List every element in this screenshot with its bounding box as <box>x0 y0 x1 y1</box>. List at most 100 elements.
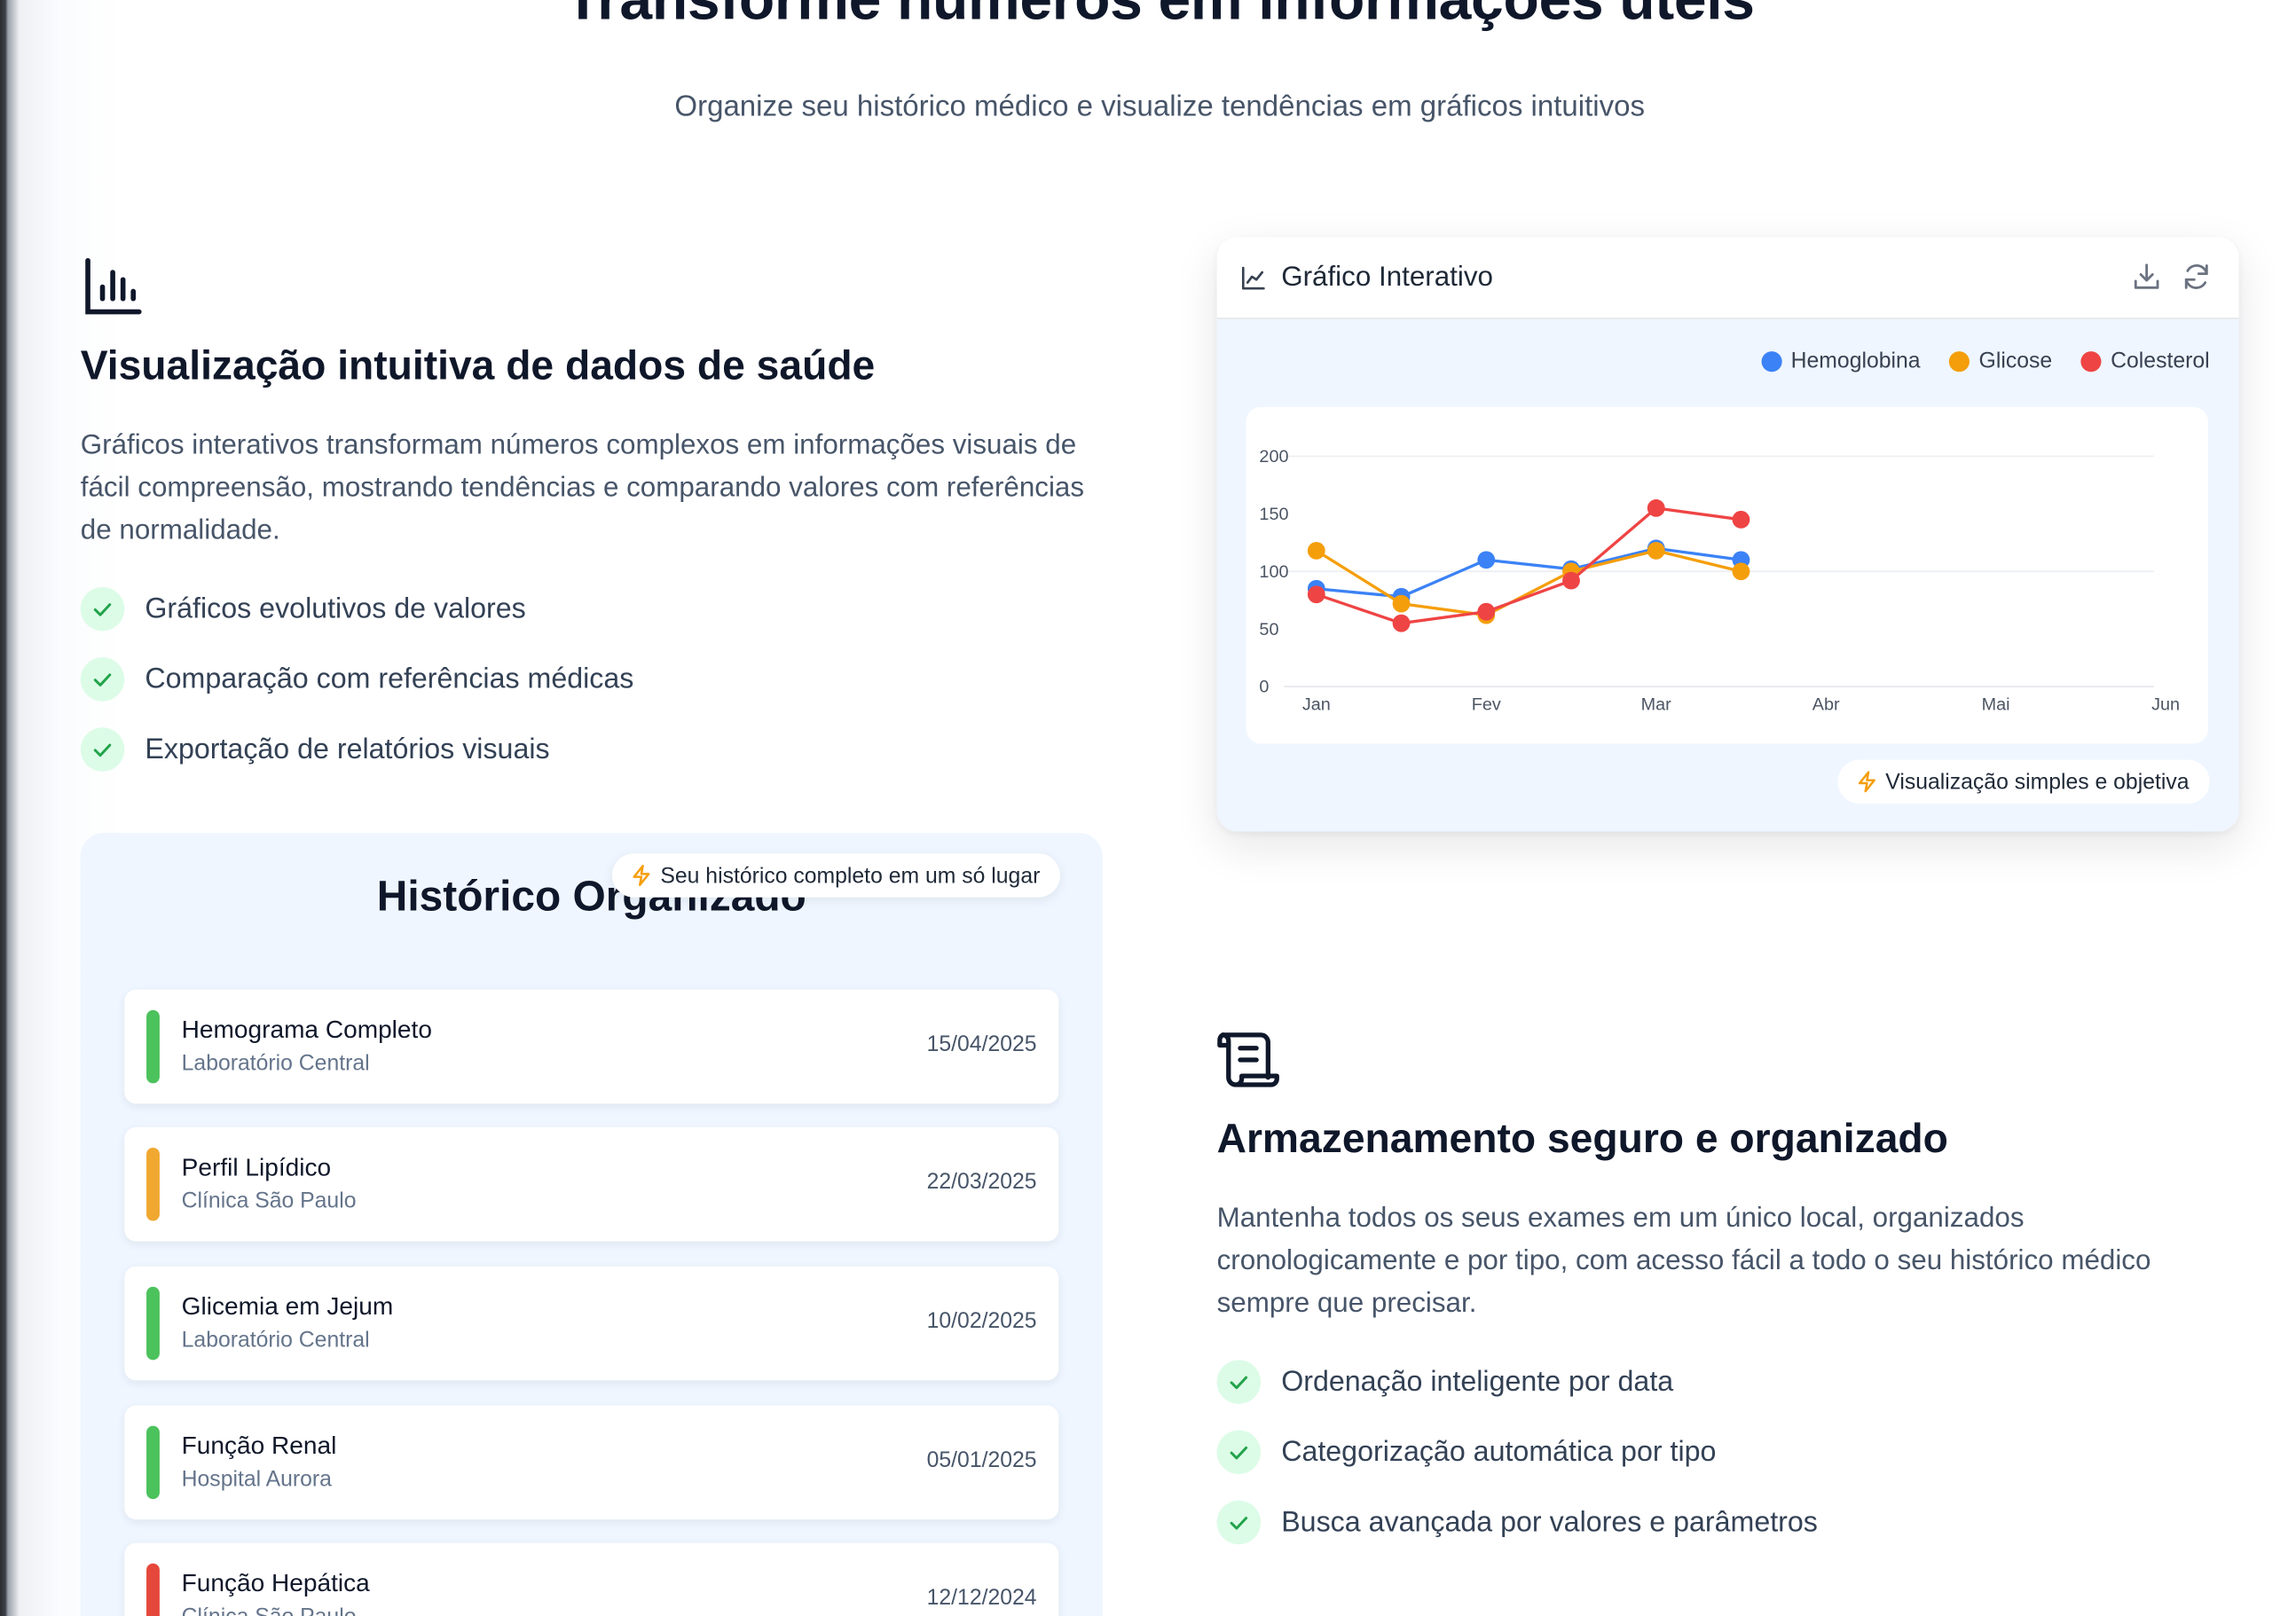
feature-storage-description: Mantenha todos os seus exames em um únic… <box>1216 1203 2151 1320</box>
record-date: 22/03/2025 <box>926 1169 1037 1195</box>
y-tick-label: 100 <box>1259 562 1288 582</box>
check-icon <box>80 727 125 772</box>
check-icon <box>1216 1430 1262 1475</box>
feature-visual-description: Gráficos interativos transformam números… <box>80 430 1085 546</box>
data-point-glicose <box>1647 541 1665 560</box>
chart-badge-label: Visualização simples e objetiva <box>1885 769 2190 795</box>
record-item[interactable]: Hemograma Completo Laboratório Central 1… <box>124 989 1059 1104</box>
lightning-icon <box>633 865 650 886</box>
record-name: Perfil Lipídico <box>181 1153 332 1181</box>
check-item: Exportação de relatórios visuais <box>80 714 634 784</box>
chart-badge: Visualização simples e objetiva <box>1836 759 2210 804</box>
history-card: Histórico Organizado Hemograma Completo … <box>80 833 1103 1616</box>
x-tick-label: Jan <box>1302 694 1331 714</box>
history-badge: Seu histórico completo em um só lugar <box>611 853 1061 898</box>
feature-visual-checklist: Gráficos evolutivos de valores Comparaçã… <box>80 574 634 785</box>
record-item[interactable]: Perfil Lipídico Clínica São Paulo 22/03/… <box>124 1126 1059 1242</box>
data-point-glicose <box>1307 541 1325 560</box>
x-tick-label: Mar <box>1641 694 1672 714</box>
check-icon <box>80 586 125 631</box>
legend-dot <box>1761 350 1782 372</box>
series-line-glicose <box>1315 549 1742 617</box>
feature-storage-checklist: Ordenação inteligente por data Categoriz… <box>1216 1346 1818 1557</box>
legend-label: Hemoglobina <box>1790 348 1921 373</box>
record-item[interactable]: Função Hepática Clínica São Paulo 12/12/… <box>124 1542 1059 1616</box>
y-tick-label: 200 <box>1259 447 1288 467</box>
data-point-colesterol <box>1477 602 1496 621</box>
data-point-glicose <box>1392 594 1411 613</box>
legend-label: Glicose <box>1978 348 2053 373</box>
data-point-hemoglobina <box>1477 551 1496 569</box>
check-item: Gráficos evolutivos de valores <box>80 574 634 644</box>
data-point-colesterol <box>1562 571 1580 590</box>
x-tick-label: Jun <box>2151 694 2180 714</box>
chart-card-title: Gráfico Interativo <box>1281 262 1493 294</box>
check-item: Comparação com referências médicas <box>80 644 634 714</box>
hero-subtitle: Organize seu histórico médico e visualiz… <box>674 90 1645 123</box>
chart-card-header: Gráfico Interativo <box>1216 237 2239 319</box>
legend-dot <box>2081 350 2103 372</box>
record-date: 12/12/2024 <box>926 1585 1037 1611</box>
page: Transforme números em informações úteis … <box>0 0 2296 1616</box>
record-lab: Clínica São Paulo <box>181 1188 357 1214</box>
chart-card: Gráfico Interativo Hemoglobina Glicose C… <box>1216 237 2239 832</box>
record-lab: Clínica São Paulo <box>182 1604 357 1616</box>
check-label: Busca avançada por valores e parâmetros <box>1281 1505 1818 1538</box>
check-item: Busca avançada por valores e parâmetros <box>1216 1487 1818 1557</box>
y-tick-label: 50 <box>1259 620 1278 639</box>
record-lab: Laboratório Central <box>181 1051 370 1077</box>
check-label: Categorização automática por tipo <box>1281 1435 1717 1468</box>
line-chart-icon <box>1240 265 1267 292</box>
record-status-bar <box>146 1147 160 1221</box>
content: Transforme números em informações úteis … <box>0 0 2296 1616</box>
legend-item-glicose[interactable]: Glicose <box>1949 348 2053 373</box>
y-tick-label: 0 <box>1259 678 1269 697</box>
x-tick-label: Mai <box>1982 694 2010 714</box>
check-label: Exportação de relatórios visuais <box>145 733 550 765</box>
record-status-bar <box>146 1009 160 1084</box>
chart-legend: Hemoglobina Glicose Colesterol <box>1733 349 2210 373</box>
check-icon <box>1216 1360 1262 1404</box>
scroll-icon <box>1217 1028 1282 1093</box>
line-chart: 0 50 100 150 200 Jan Fev Mar Abr Mai Jun <box>1259 447 2180 714</box>
x-tick-label: Fev <box>1472 694 1501 714</box>
record-status-bar <box>146 1286 160 1361</box>
record-status-bar <box>146 1563 160 1616</box>
legend-item-colesterol[interactable]: Colesterol <box>2081 348 2210 373</box>
y-tick-label: 150 <box>1259 505 1288 524</box>
data-point-colesterol <box>1647 498 1665 517</box>
check-label: Comparação com referências médicas <box>145 662 634 695</box>
x-tick-label: Abr <box>1812 694 1840 714</box>
data-point-colesterol <box>1392 614 1411 632</box>
record-date: 15/04/2025 <box>926 1032 1037 1057</box>
record-name: Hemograma Completo <box>181 1016 432 1044</box>
record-name: Glicemia em Jejum <box>181 1292 394 1321</box>
check-icon <box>80 657 125 702</box>
history-badge-label: Seu histórico completo em um só lugar <box>660 862 1041 889</box>
hero-title: Transforme números em informações úteis <box>564 0 1755 33</box>
legend-item-hemoglobina[interactable]: Hemoglobina <box>1761 348 1921 373</box>
data-point-colesterol <box>1732 510 1750 529</box>
data-point-glicose <box>1732 562 1750 581</box>
bar-chart-icon <box>81 255 145 319</box>
refresh-icon[interactable] <box>2181 261 2213 293</box>
record-lab: Laboratório Central <box>181 1328 370 1353</box>
record-date: 05/01/2025 <box>926 1447 1037 1473</box>
record-date: 10/02/2025 <box>926 1308 1037 1334</box>
data-point-colesterol <box>1307 585 1325 604</box>
record-lab: Hospital Aurora <box>181 1466 332 1492</box>
record-item[interactable]: Glicemia em Jejum Laboratório Central 10… <box>124 1266 1059 1381</box>
feature-visual-title: Visualização intuitiva de dados de saúde <box>80 342 876 388</box>
download-icon[interactable] <box>2130 261 2162 293</box>
check-icon <box>1216 1500 1262 1545</box>
check-item: Categorização automática por tipo <box>1216 1417 1818 1487</box>
check-item: Ordenação inteligente por data <box>1216 1346 1818 1416</box>
record-status-bar <box>146 1425 160 1500</box>
legend-dot <box>1949 350 1970 372</box>
lightning-icon <box>1858 771 1875 793</box>
record-name: Função Renal <box>181 1432 337 1460</box>
record-name: Função Hepática <box>181 1569 370 1597</box>
feature-storage-title: Armazenamento seguro e organizado <box>1216 1115 1948 1161</box>
record-item[interactable]: Função Renal Hospital Aurora 05/01/2025 <box>124 1405 1059 1520</box>
legend-label: Colesterol <box>2111 348 2210 373</box>
